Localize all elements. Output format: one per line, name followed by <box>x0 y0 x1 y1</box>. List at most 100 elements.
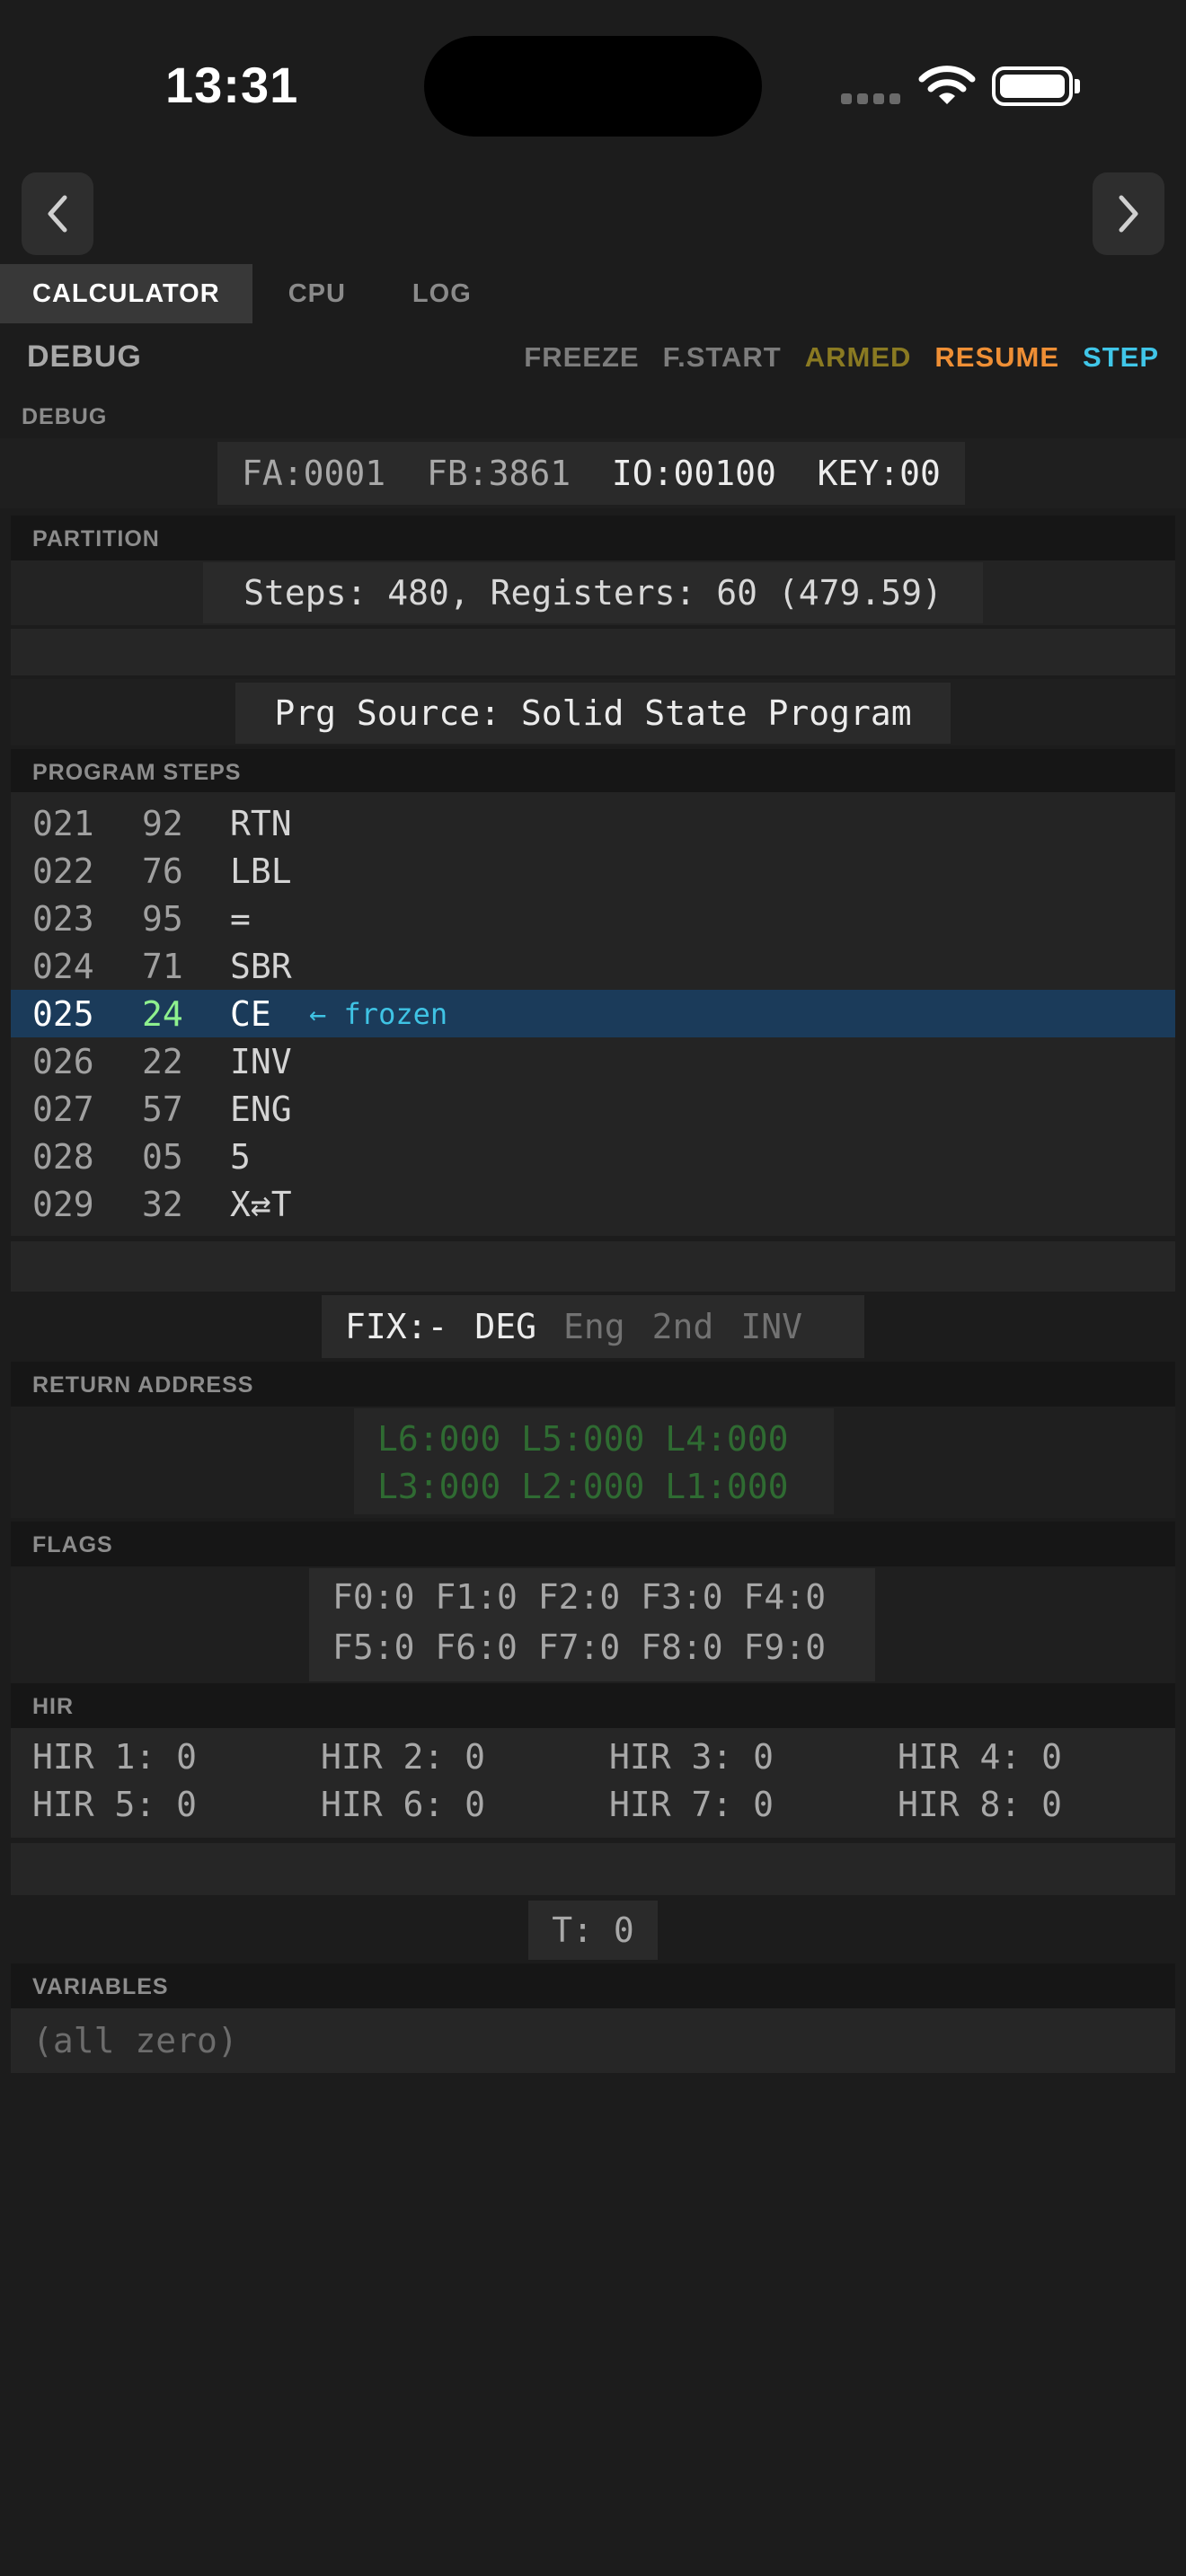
status-time: 13:31 <box>165 57 299 113</box>
variables-label: VARIABLES <box>32 1974 169 1999</box>
hir-header: HIR <box>11 1683 1175 1728</box>
hir-register: HIR 3: 0 <box>609 1737 774 1777</box>
step-address: 027 <box>32 1089 94 1129</box>
step-mnemonic: ENG <box>230 1089 292 1129</box>
program-steps-list: 021 92 RTN 022 76 LBL 023 95 = 024 71 SBR 025 24 C… <box>11 792 1175 1236</box>
battery-cap <box>1075 79 1080 93</box>
chevron-right-icon <box>1119 195 1138 233</box>
debug-title: DEBUG <box>27 340 142 374</box>
step-code: 22 <box>142 1041 183 1081</box>
debug-actions: FREEZE F.START ARMED RESUME STEP <box>524 341 1159 374</box>
step-mnemonic: SBR <box>230 946 292 986</box>
partition-label: PARTITION <box>32 526 160 551</box>
fstart-button[interactable]: F.START <box>663 341 782 374</box>
tab-bar: CALCULATOR CPU LOG <box>0 264 504 323</box>
frozen-indicator: ← frozen <box>309 996 448 1031</box>
hir-register: HIR 4: 0 <box>898 1737 1063 1777</box>
step-code: 76 <box>142 851 183 891</box>
registers-box: FA:0001 FB:3861 IO:00100 KEY:00 <box>217 442 965 505</box>
step-row[interactable]: 023 95 = <box>11 895 1175 942</box>
variables-box: (all zero) <box>11 2008 1175 2073</box>
step-address: 023 <box>32 898 94 939</box>
hir-register: HIR 8: 0 <box>898 1785 1063 1824</box>
second-mode: 2nd <box>651 1307 714 1346</box>
step-address: 021 <box>32 803 94 843</box>
spacer-band <box>11 1843 1175 1895</box>
step-address: 025 <box>32 993 94 1034</box>
step-code: 71 <box>142 946 183 986</box>
step-address: 024 <box>32 946 94 986</box>
freeze-button[interactable]: FREEZE <box>524 341 639 374</box>
hir-register: HIR 2: 0 <box>321 1737 486 1777</box>
deg-mode: DEG <box>474 1307 537 1346</box>
io-register: IO:00100 <box>611 454 776 493</box>
status-bar: 13:31 <box>0 0 1186 171</box>
cellular-signal-icon <box>841 93 900 104</box>
return-address-line: L6:000 L5:000 L4:000 <box>377 1419 789 1459</box>
tab-cpu[interactable]: CPU <box>252 264 380 323</box>
fix-mode: FIX:- <box>345 1307 448 1346</box>
step-mnemonic: CE <box>230 993 271 1034</box>
step-code: 95 <box>142 898 183 939</box>
eng-mode: Eng <box>563 1307 625 1346</box>
fb-register: FB:3861 <box>426 454 571 493</box>
step-mnemonic: X⇄T <box>230 1184 292 1224</box>
variables-empty-text: (all zero) <box>32 2021 238 2060</box>
hir-register: HIR 1: 0 <box>32 1737 198 1777</box>
prg-source: Prg Source: Solid State Program <box>235 683 951 744</box>
step-code: 24 <box>142 993 183 1034</box>
back-button[interactable] <box>22 172 93 255</box>
fa-register: FA:0001 <box>242 454 386 493</box>
step-row[interactable]: 027 57 ENG <box>11 1085 1175 1133</box>
step-mnemonic: 5 <box>230 1136 251 1177</box>
t-register: T: 0 <box>528 1901 658 1960</box>
step-address: 026 <box>32 1041 94 1081</box>
step-mnemonic: RTN <box>230 803 292 843</box>
hir-register: HIR 6: 0 <box>321 1785 486 1824</box>
step-row[interactable]: 029 32 X⇄T <box>11 1180 1175 1228</box>
armed-button[interactable]: ARMED <box>805 341 912 374</box>
step-row[interactable]: 021 92 RTN <box>11 799 1175 847</box>
flags-label: FLAGS <box>32 1532 113 1557</box>
return-address-label: RETURN ADDRESS <box>32 1372 254 1398</box>
variables-header: VARIABLES <box>11 1963 1175 2008</box>
flags-header: FLAGS <box>11 1522 1175 1566</box>
hir-label: HIR <box>32 1694 75 1719</box>
tab-log[interactable]: LOG <box>380 264 504 323</box>
step-code: 32 <box>142 1184 183 1224</box>
mode-indicators: FIX:- DEG Eng 2nd INV <box>322 1295 864 1358</box>
tab-calculator[interactable]: CALCULATOR <box>0 264 252 323</box>
spacer-band <box>11 629 1175 675</box>
partition-header: PARTITION <box>11 516 1175 560</box>
debug-section-label: DEBUG <box>22 404 108 429</box>
step-code: 57 <box>142 1089 183 1129</box>
forward-button[interactable] <box>1093 172 1164 255</box>
step-button[interactable]: STEP <box>1083 341 1159 374</box>
resume-button[interactable]: RESUME <box>934 341 1059 374</box>
return-address-box: L6:000 L5:000 L4:000 L3:000 L2:000 L1:00… <box>354 1408 834 1514</box>
spacer-band <box>11 1241 1175 1292</box>
step-mnemonic: INV <box>230 1041 292 1081</box>
step-row[interactable]: 022 76 LBL <box>11 847 1175 895</box>
step-address: 028 <box>32 1136 94 1177</box>
hir-register: HIR 7: 0 <box>609 1785 774 1824</box>
step-mnemonic: = <box>230 898 251 939</box>
flags-line: F5:0 F6:0 F7:0 F8:0 F9:0 <box>332 1628 827 1667</box>
step-row[interactable]: 024 71 SBR <box>11 942 1175 990</box>
key-register: KEY:00 <box>817 454 941 493</box>
program-steps-label: PROGRAM STEPS <box>32 760 242 785</box>
step-row[interactable]: 026 22 INV <box>11 1037 1175 1085</box>
dynamic-island <box>424 36 762 137</box>
flags-box: F0:0 F1:0 F2:0 F3:0 F4:0 F5:0 F6:0 F7:0 … <box>309 1568 875 1681</box>
battery-icon <box>992 66 1073 106</box>
step-row-current[interactable]: 025 24 CE ← frozen <box>11 990 1175 1037</box>
step-code: 92 <box>142 803 183 843</box>
return-address-header: RETURN ADDRESS <box>11 1362 1175 1407</box>
step-mnemonic: LBL <box>230 851 292 891</box>
wifi-icon <box>918 66 976 104</box>
step-row[interactable]: 028 05 5 <box>11 1133 1175 1180</box>
return-address-line: L3:000 L2:000 L1:000 <box>377 1467 789 1506</box>
chevron-left-icon <box>48 195 67 233</box>
step-address: 029 <box>32 1184 94 1224</box>
flags-line: F0:0 F1:0 F2:0 F3:0 F4:0 <box>332 1577 827 1617</box>
